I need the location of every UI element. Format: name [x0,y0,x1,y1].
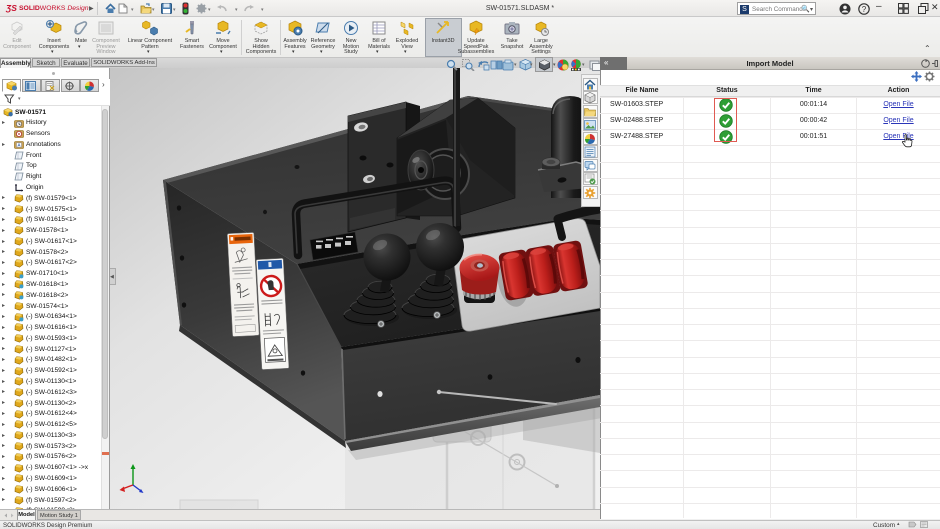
svg-text:?: ? [862,5,867,14]
